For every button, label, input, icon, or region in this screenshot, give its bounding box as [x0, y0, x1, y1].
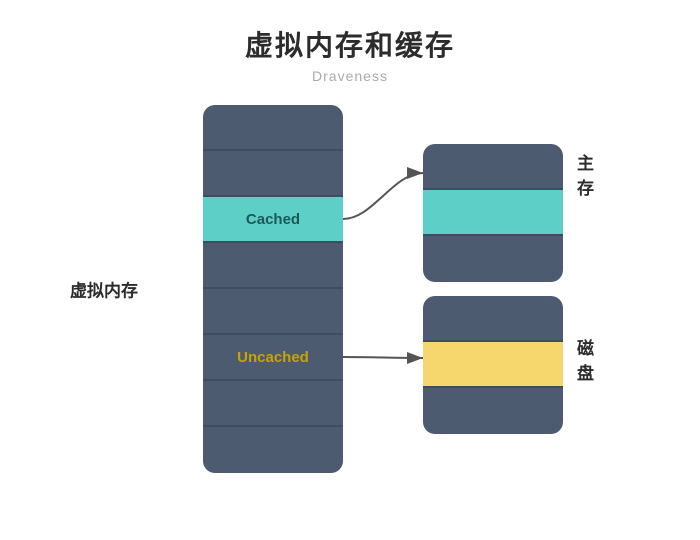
cached-label: Cached	[246, 211, 300, 228]
disk-seg-uncached	[423, 342, 563, 388]
mm-seg-1	[423, 144, 563, 190]
arrows-svg	[343, 104, 423, 474]
disk-seg-1	[423, 296, 563, 342]
uncached-label: Uncached	[237, 349, 309, 366]
vm-seg-1	[203, 105, 343, 151]
right-columns	[423, 144, 563, 434]
virtual-memory-label: 虚拟内存	[70, 277, 138, 302]
mm-seg-3	[423, 236, 563, 282]
disk-column	[423, 296, 563, 434]
vm-seg-2	[203, 151, 343, 197]
disk-seg-3	[423, 388, 563, 434]
vm-seg-4	[203, 243, 343, 289]
main-memory-column	[423, 144, 563, 282]
vm-seg-8	[203, 427, 343, 473]
vm-seg-cached: Cached	[203, 197, 343, 243]
virtual-memory-column: Cached Uncached	[203, 105, 343, 473]
disk-label: 磁盘	[577, 334, 594, 384]
vm-seg-uncached: Uncached	[203, 335, 343, 381]
subtitle: Draveness	[312, 68, 388, 84]
vm-seg-7	[203, 381, 343, 427]
mm-seg-cached	[423, 190, 563, 236]
main-memory-label: 主存	[577, 149, 594, 199]
diagram: 虚拟内存 Cached Uncached	[50, 104, 650, 474]
page-title: 虚拟内存和缓存	[245, 24, 455, 64]
vm-seg-5	[203, 289, 343, 335]
